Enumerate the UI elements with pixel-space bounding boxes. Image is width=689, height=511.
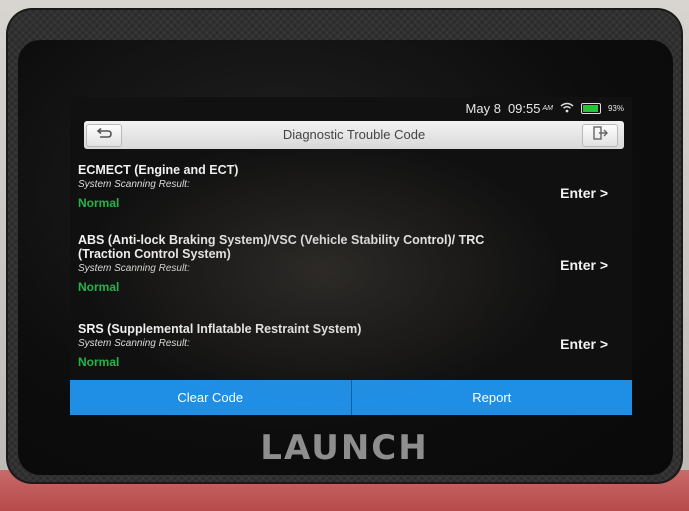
scan-result-label: System Scanning Result: bbox=[78, 179, 190, 190]
exit-door-icon bbox=[592, 126, 608, 145]
battery-icon bbox=[580, 103, 601, 114]
page-title: Diagnostic Trouble Code bbox=[282, 127, 426, 142]
enter-button[interactable]: Enter > bbox=[560, 185, 608, 201]
system-item[interactable]: ECMECT (Engine and ECT) System Scanning … bbox=[78, 163, 608, 210]
system-item[interactable]: ABS (Anti-lock Braking System)/VSC (Vehi… bbox=[78, 233, 608, 294]
status-date: May 8 bbox=[465, 101, 501, 116]
scan-result-label: System Scanning Result: bbox=[78, 338, 190, 349]
clear-code-button[interactable]: Clear Code bbox=[70, 380, 351, 415]
system-name: SRS (Supplemental Inflatable Restraint S… bbox=[78, 322, 362, 336]
wifi-icon bbox=[560, 101, 574, 116]
brand-logo: LAUNCH bbox=[260, 428, 429, 468]
enter-button[interactable]: Enter > bbox=[560, 257, 608, 273]
scan-status: Normal bbox=[78, 280, 120, 294]
status-time: 09:55 bbox=[507, 101, 541, 116]
system-name: ABS (Anti-lock Braking System)/VSC (Vehi… bbox=[78, 233, 485, 261]
diagnostic-screen: May 8 09:55 AM 93% Diagnostic Trouble Co… bbox=[70, 97, 632, 415]
exit-button[interactable] bbox=[582, 124, 618, 147]
header-bar: Diagnostic Trouble Code bbox=[84, 121, 624, 149]
system-item[interactable]: SRS (Supplemental Inflatable Restraint S… bbox=[78, 322, 608, 369]
status-ampm: AM bbox=[542, 105, 553, 112]
system-name: ECMECT (Engine and ECT) bbox=[78, 163, 239, 177]
scan-result-label: System Scanning Result: bbox=[78, 263, 190, 274]
battery-percent: 93% bbox=[607, 104, 624, 113]
status-bar: May 8 09:55 AM 93% bbox=[70, 97, 632, 121]
battery-fill bbox=[582, 105, 598, 112]
action-bar: Clear Code Report bbox=[70, 380, 632, 415]
report-button[interactable]: Report bbox=[351, 380, 632, 415]
enter-button[interactable]: Enter > bbox=[560, 336, 608, 352]
scan-status: Normal bbox=[78, 196, 120, 210]
scan-status: Normal bbox=[78, 355, 120, 369]
